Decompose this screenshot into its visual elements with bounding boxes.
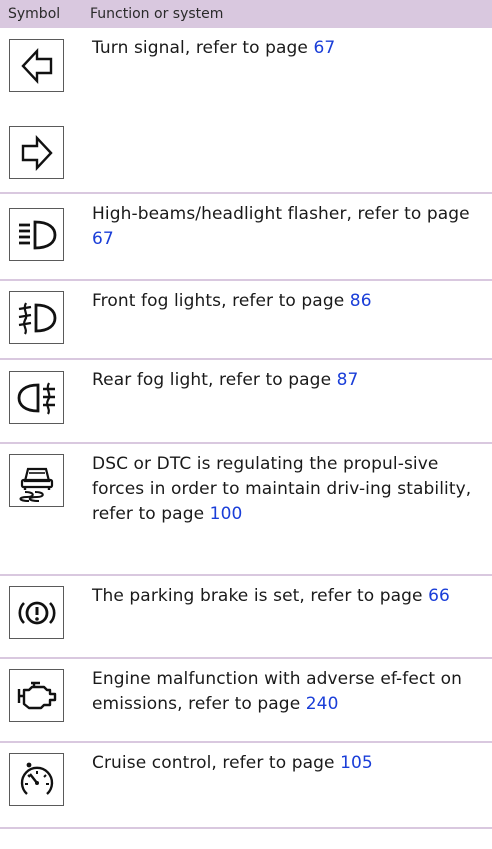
- row-description: The parking brake is set, refer to page …: [92, 586, 450, 606]
- column-header-symbol: Symbol: [8, 6, 61, 22]
- front-fog-light-icon: [9, 291, 64, 344]
- column-header-function: Function or system: [90, 6, 224, 22]
- table-header: Symbol Function or system: [0, 0, 492, 28]
- page-link[interactable]: 67: [313, 38, 335, 58]
- table-row: Engine malfunction with adverse ef-fect …: [0, 659, 492, 743]
- row-description: High-beams/headlight flasher, refer to p…: [92, 204, 470, 249]
- table-row: Cruise control, refer to page 105: [0, 743, 492, 829]
- rear-fog-light-icon: [9, 371, 64, 424]
- row-description: DSC or DTC is regulating the propul-sive…: [92, 454, 472, 524]
- table-row: Front fog lights, refer to page 86: [0, 281, 492, 360]
- row-description: Turn signal, refer to page 67: [92, 38, 336, 58]
- engine-icon: [9, 669, 64, 722]
- high-beam-icon: [9, 208, 64, 261]
- page-link[interactable]: 67: [92, 229, 114, 249]
- table-row: DSC or DTC is regulating the propul-sive…: [0, 444, 492, 576]
- arrow-left-icon: [9, 39, 64, 92]
- page-link[interactable]: 87: [337, 370, 359, 390]
- row-description: Engine malfunction with adverse ef-fect …: [92, 669, 463, 714]
- page-link[interactable]: 66: [428, 586, 450, 606]
- row-description: Rear fog light, refer to page 87: [92, 370, 359, 390]
- table-row: The parking brake is set, refer to page …: [0, 576, 492, 659]
- page-link[interactable]: 105: [340, 753, 373, 773]
- indicator-table: Symbol Function or system Turn signal, r…: [0, 0, 492, 829]
- row-description: Cruise control, refer to page 105: [92, 753, 373, 773]
- table-row: Turn signal, refer to page 67: [0, 28, 492, 194]
- page-link[interactable]: 86: [350, 291, 372, 311]
- row-description: Front fog lights, refer to page 86: [92, 291, 372, 311]
- arrow-right-icon: [9, 126, 64, 179]
- skidding-car-icon: [9, 454, 64, 507]
- table-row: Rear fog light, refer to page 87: [0, 360, 492, 444]
- cruise-control-icon: [9, 753, 64, 806]
- parking-brake-icon: [9, 586, 64, 639]
- page-link[interactable]: 100: [210, 504, 243, 524]
- table-row: High-beams/headlight flasher, refer to p…: [0, 194, 492, 281]
- page-link[interactable]: 240: [306, 694, 339, 714]
